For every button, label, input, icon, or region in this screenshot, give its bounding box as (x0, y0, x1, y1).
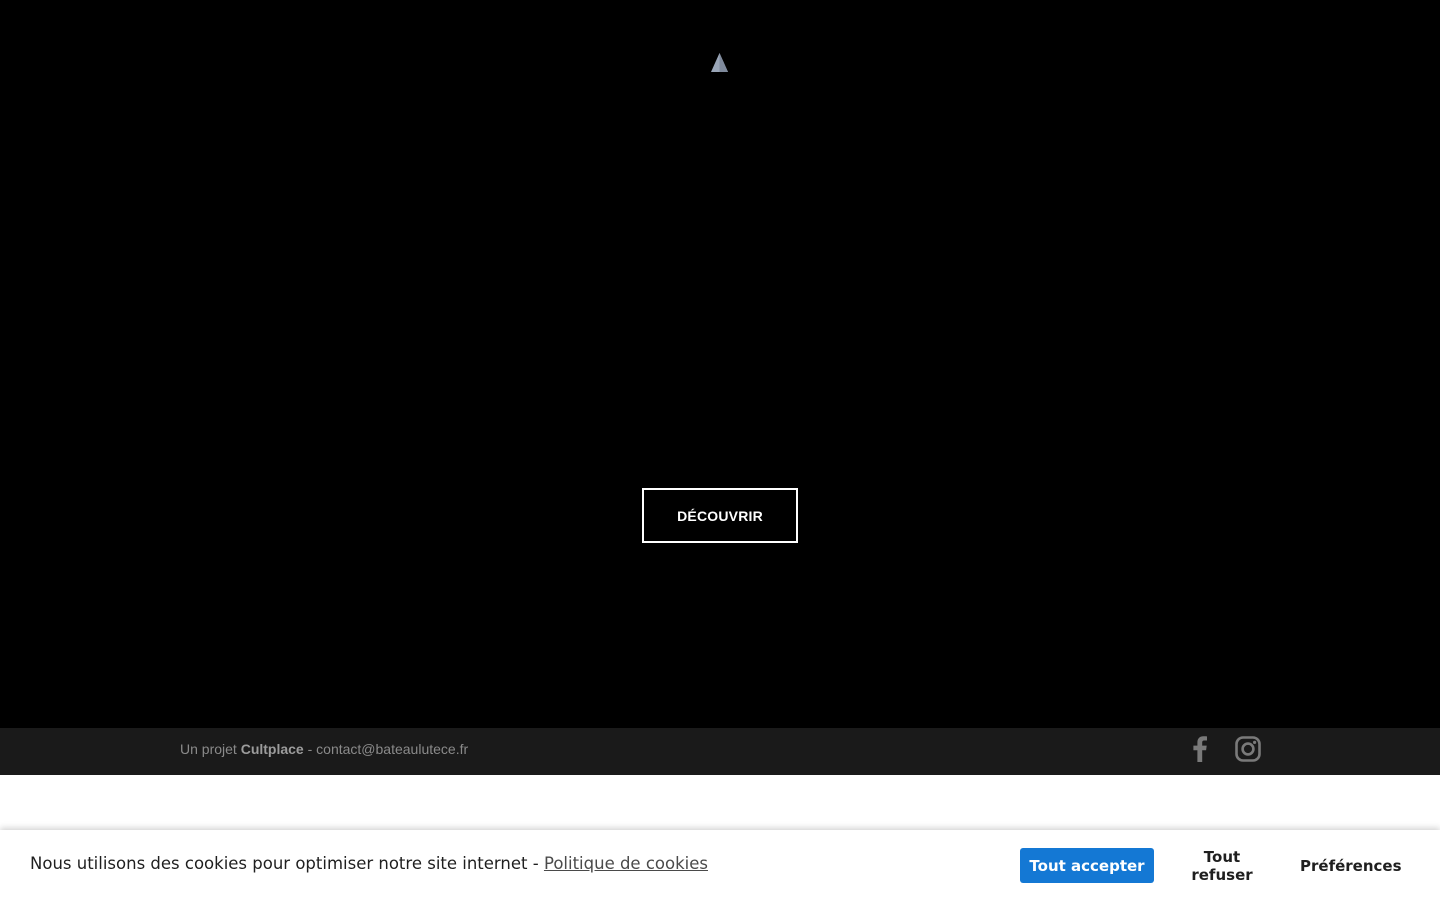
discover-button[interactable]: DÉCOUVRIR (642, 488, 798, 543)
cookie-policy-link[interactable]: Politique de cookies (544, 854, 708, 873)
preferences-button[interactable]: Préférences (1300, 848, 1402, 883)
instagram-icon (1235, 736, 1261, 762)
logo-icon (711, 53, 728, 72)
instagram-link[interactable] (1234, 728, 1262, 770)
refuse-all-button[interactable]: Tout refuser (1172, 848, 1272, 884)
footer-credits: Un projet Cultplace - contact@bateaulute… (180, 728, 468, 775)
accept-all-button[interactable]: Tout accepter (1020, 848, 1154, 883)
footer-brand-link[interactable]: Cultplace (241, 741, 304, 757)
facebook-icon (1193, 736, 1207, 762)
footer-bar: Un projet Cultplace - contact@bateaulute… (0, 728, 1440, 775)
footer-separator: - (303, 741, 317, 757)
cookie-banner: Nous utilisons des cookies pour optimise… (0, 830, 1440, 900)
cookie-message: Nous utilisons des cookies pour optimise… (30, 854, 544, 873)
footer-prefix: Un projet (180, 741, 241, 757)
discover-button-label: DÉCOUVRIR (677, 507, 763, 524)
footer-email-link[interactable]: contact@bateaulutece.fr (316, 741, 468, 757)
facebook-link[interactable] (1188, 728, 1212, 770)
page-spacer (0, 775, 1440, 831)
hero-section: DÉCOUVRIR (0, 0, 1440, 728)
cookie-message-row: Nous utilisons des cookies pour optimise… (30, 830, 708, 900)
